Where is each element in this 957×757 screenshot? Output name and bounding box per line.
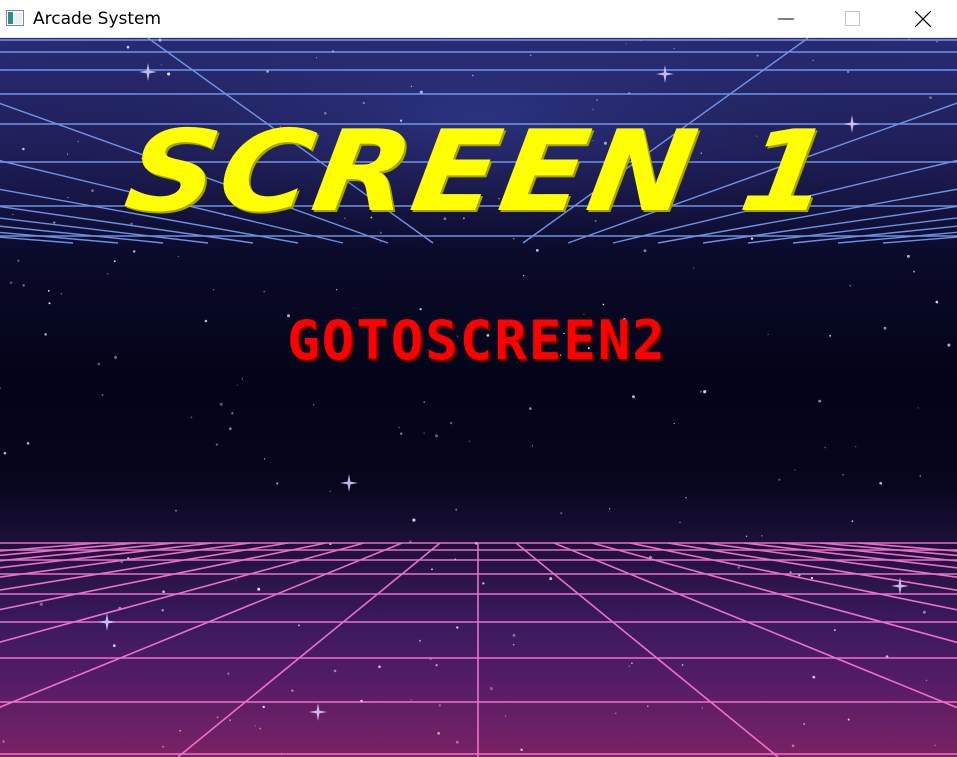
minimize-icon xyxy=(778,18,794,20)
maximize-icon xyxy=(845,11,860,26)
maximize-button[interactable] xyxy=(822,0,884,38)
title-bar[interactable]: Arcade System xyxy=(0,0,957,38)
close-icon xyxy=(915,11,931,27)
minimize-button[interactable] xyxy=(755,0,817,38)
window-app-icon xyxy=(6,10,24,26)
screen-title: SCREEN 1 xyxy=(117,107,843,237)
window-title: Arcade System xyxy=(33,9,162,29)
goto-screen2-button[interactable]: GOTOSCREEN2 xyxy=(236,314,718,368)
close-button[interactable] xyxy=(892,0,954,38)
arcade-window: Arcade System SCREEN 1 GOTOSCREEN2 xyxy=(0,0,957,757)
game-canvas[interactable]: SCREEN 1 GOTOSCREEN2 xyxy=(0,38,957,757)
